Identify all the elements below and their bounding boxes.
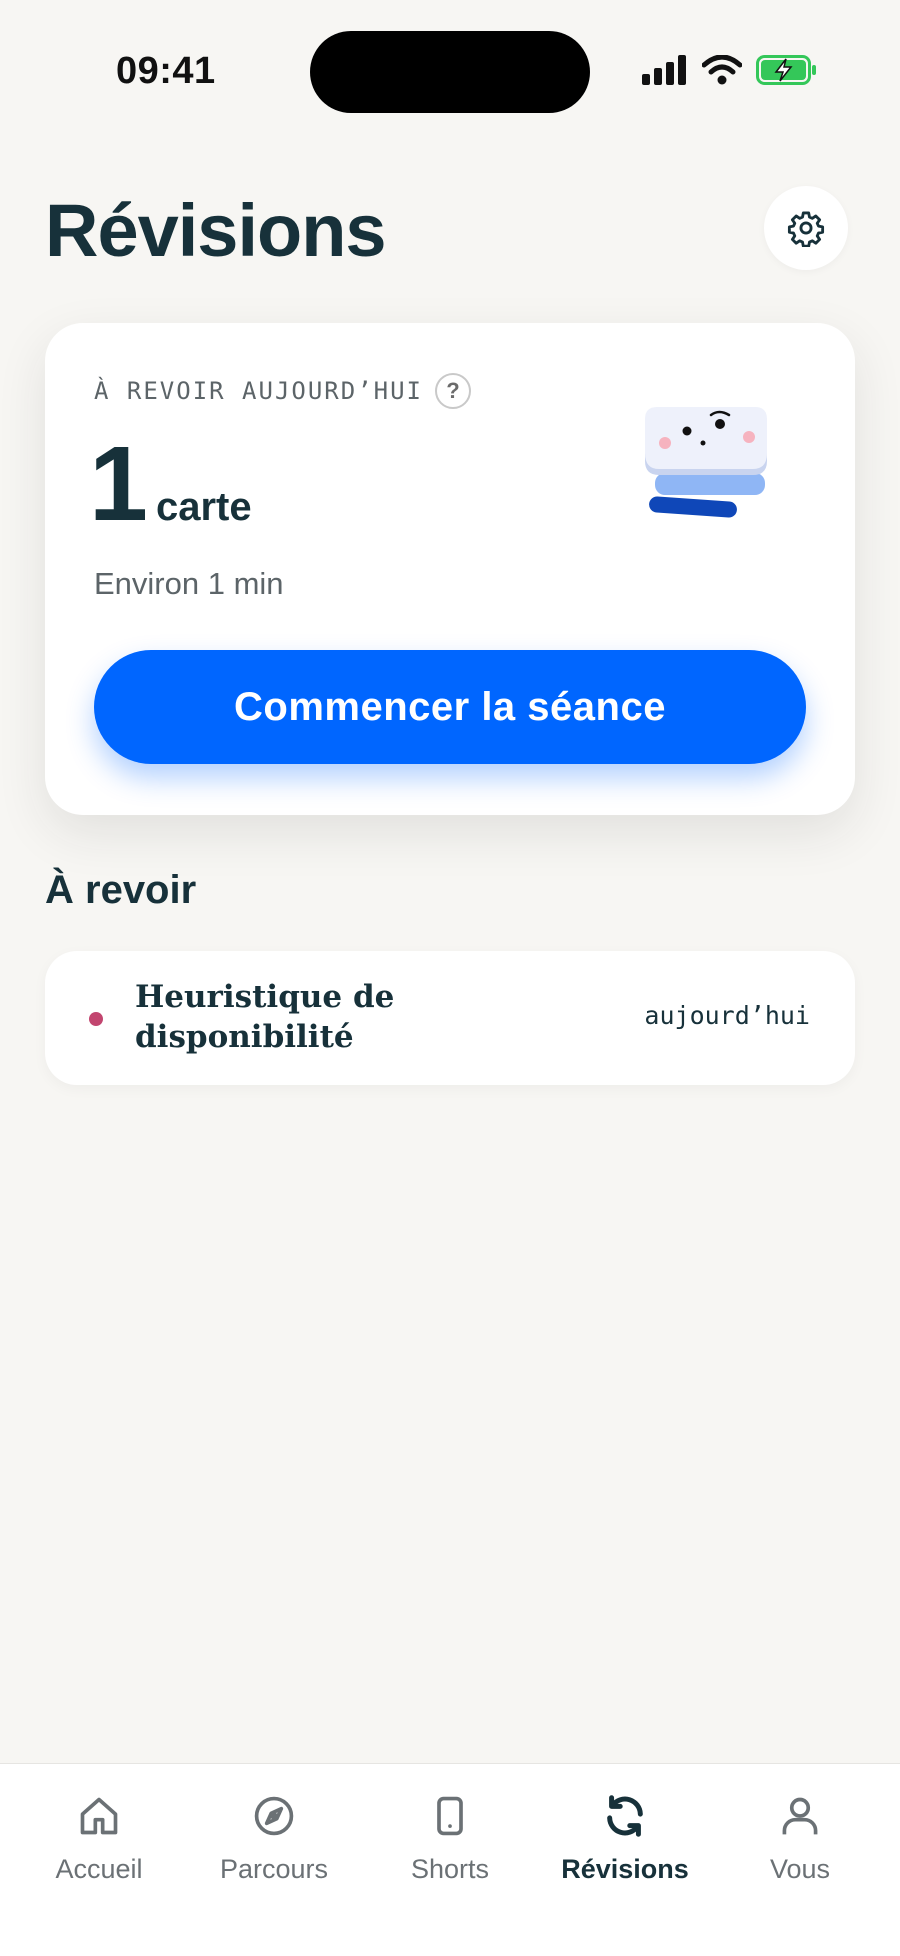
item-status-dot: [89, 1012, 103, 1026]
screen: 09:41 Révisions À REVOIR AUJOURD’HUI ? 1…: [0, 0, 900, 1956]
tab-label: Parcours: [219, 1854, 329, 1884]
start-session-button[interactable]: Commencer la séance: [94, 650, 806, 764]
review-list-item[interactable]: Heuristique de disponibilité aujourd’hui: [45, 951, 855, 1085]
tab-vous[interactable]: Vous: [720, 1788, 880, 1885]
wifi-icon: [702, 55, 742, 85]
settings-button[interactable]: [764, 186, 848, 270]
due-today-label: À REVOIR AUJOURD’HUI: [94, 377, 423, 405]
tab-revisions[interactable]: Révisions: [545, 1788, 705, 1885]
item-title: Heuristique de disponibilité: [135, 979, 395, 1055]
compass-icon: [254, 1796, 294, 1836]
today-review-card: À REVOIR AUJOURD’HUI ? 1 carte Environ 1…: [45, 323, 855, 815]
estimated-duration: Environ 1 min: [94, 566, 284, 601]
refresh-icon: [607, 1795, 643, 1837]
status-icons: [642, 55, 818, 85]
dynamic-island: [310, 31, 590, 113]
tab-bar: Accueil Parcours Shorts Révisions Vous: [0, 1763, 900, 1956]
card-count-unit: carte: [155, 485, 252, 529]
gear-icon: [787, 211, 825, 247]
home-icon: [80, 1797, 118, 1835]
help-icon[interactable]: ?: [434, 373, 471, 409]
tab-label: Révisions: [561, 1854, 689, 1884]
tab-label: Shorts: [410, 1854, 490, 1884]
phone-icon: [437, 1796, 463, 1836]
tab-shorts[interactable]: Shorts: [370, 1788, 530, 1885]
item-due-date: aujourd’hui: [644, 1001, 810, 1030]
tab-label: Vous: [769, 1854, 831, 1884]
person-icon: [782, 1797, 818, 1835]
card-stack-mascot-icon: [645, 407, 767, 518]
card-label-row: À REVOIR AUJOURD’HUI ?: [94, 373, 471, 409]
cellular-signal-icon: [642, 55, 686, 85]
page-title: Révisions: [45, 189, 387, 272]
tab-parcours[interactable]: Parcours: [194, 1788, 354, 1885]
battery-charging-icon: [756, 55, 816, 85]
status-time: 09:41: [116, 50, 216, 92]
card-count-number: 1: [89, 425, 148, 543]
card-count: 1 carte: [89, 431, 252, 537]
section-title: À revoir: [45, 868, 197, 912]
tab-accueil[interactable]: Accueil: [19, 1788, 179, 1885]
tab-label: Accueil: [55, 1854, 143, 1884]
